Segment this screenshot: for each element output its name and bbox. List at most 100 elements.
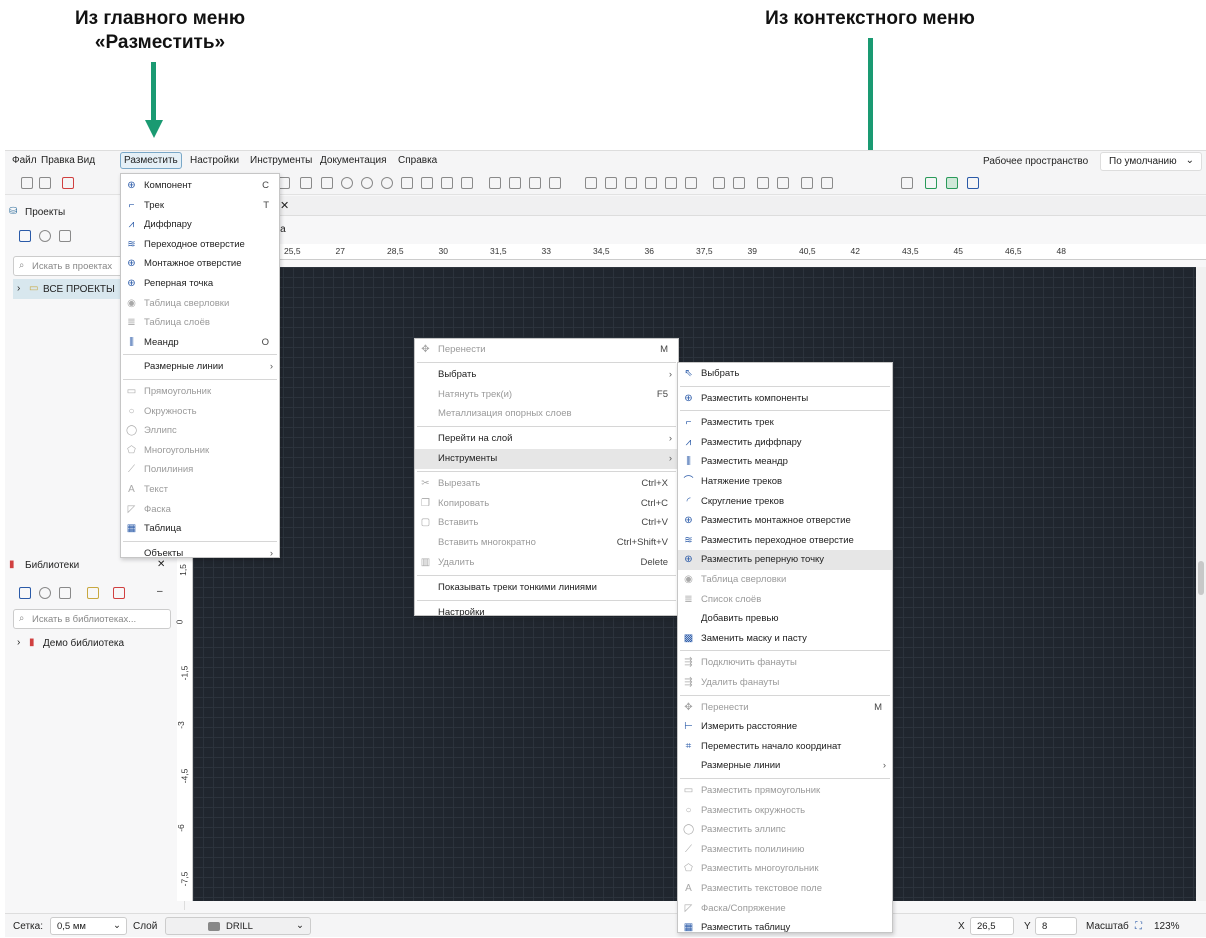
context-menu-item-label: Перейти на слой <box>438 433 513 445</box>
tools-menu-item[interactable]: ⩘ Разместить диффпару <box>678 433 892 453</box>
tools-menu-item[interactable]: Размерные линии › <box>678 756 892 776</box>
zoom-area-icon[interactable] <box>821 177 833 189</box>
tool-icon-7[interactable] <box>401 177 413 189</box>
context-menu-item: Металлизация опорных слоев <box>415 404 678 424</box>
lock-icon[interactable] <box>62 177 74 189</box>
place-menu-item[interactable]: ⊕ Реперная точка <box>121 274 279 294</box>
place-menu-item[interactable]: ⊕ Компонент C <box>121 176 279 196</box>
key-icon[interactable] <box>87 587 99 599</box>
context-menu-item: ▥ Удалить Delete <box>415 553 678 573</box>
tools-menu-item[interactable]: ⊕ Разместить компоненты <box>678 389 892 409</box>
tool-icon-2[interactable] <box>300 177 312 189</box>
tools-menu-item[interactable]: ⫼ Разместить меандр <box>678 452 892 472</box>
tools-menu-item[interactable]: ⌒ Натяжение треков <box>678 472 892 492</box>
place-menu-item[interactable]: Объекты › <box>121 544 279 564</box>
tool-icon-12[interactable] <box>509 177 521 189</box>
tools-menu-item[interactable]: ≋ Разместить переходное отверстие <box>678 531 892 551</box>
projects-title: Проекты <box>25 207 66 218</box>
tree-item-all-projects[interactable]: › ▭ ВСЕ ПРОЕКТЫ <box>13 279 123 299</box>
group-icon-1[interactable] <box>757 177 769 189</box>
library-collapse-icon[interactable] <box>59 587 71 599</box>
libraries-search-input[interactable]: ⌕ Искать в библиотеках... <box>13 609 171 629</box>
align-icon-5[interactable] <box>665 177 677 189</box>
menu-place[interactable]: Разместить <box>120 152 182 169</box>
zoom-fit-icon[interactable] <box>801 177 813 189</box>
cut-icon: ✂ <box>421 477 430 489</box>
save-all-icon[interactable] <box>39 177 51 189</box>
distribute-icon-2[interactable] <box>733 177 745 189</box>
board-view-icon[interactable] <box>946 177 958 189</box>
tools-menu-item[interactable]: ◜ Скругление треков <box>678 492 892 512</box>
tools-menu-item[interactable]: ⇖ Выбрать <box>678 364 892 384</box>
tree-item-demo-library[interactable]: › ▮ Демо библиотека <box>13 633 171 653</box>
tool-icon-3[interactable] <box>321 177 333 189</box>
tool-icon-13[interactable] <box>529 177 541 189</box>
menu-docs[interactable]: Документация <box>320 155 387 166</box>
tool-icon-9[interactable] <box>441 177 453 189</box>
menu-file[interactable]: Файл <box>12 155 37 166</box>
menu-view[interactable]: Вид <box>77 155 95 166</box>
zoom-fit-icon[interactable]: ⛶ <box>1135 921 1142 932</box>
tools-menu-item[interactable]: ▦ Разместить таблицу <box>678 918 892 938</box>
place-menu-item[interactable]: ▦ Таблица <box>121 519 279 539</box>
place-menu-item[interactable]: Размерные линии › <box>121 357 279 377</box>
place-menu-item[interactable]: ⫼ Меандр O <box>121 333 279 353</box>
group-icon-2[interactable] <box>777 177 789 189</box>
place-menu-item[interactable]: ⌐ Трек T <box>121 196 279 216</box>
tools-menu-item[interactable]: ⊕ Разместить монтажное отверстие <box>678 511 892 531</box>
tool-icon-4[interactable] <box>341 177 353 189</box>
library-add-icon[interactable] <box>113 587 125 599</box>
x-field[interactable]: 26,5 <box>970 917 1014 935</box>
menu-help[interactable]: Справка <box>398 155 437 166</box>
new-library-icon[interactable] <box>19 587 31 599</box>
export-icon[interactable] <box>967 177 979 189</box>
align-icon-2[interactable] <box>605 177 617 189</box>
align-icon-4[interactable] <box>645 177 657 189</box>
tools-menu-item[interactable]: ⌐ Разместить трек <box>678 413 892 433</box>
tools-menu-item[interactable]: ⊕ Разместить реперную точку <box>678 550 892 570</box>
menu-tools[interactable]: Инструменты <box>250 155 312 166</box>
tool-icon-11[interactable] <box>489 177 501 189</box>
more-icon[interactable]: – <box>157 586 163 597</box>
context-menu-item[interactable]: Настройки <box>415 603 678 623</box>
save-icon[interactable] <box>21 177 33 189</box>
layer-select[interactable]: DRILL ⌄ <box>165 917 311 935</box>
new-project-icon[interactable] <box>19 230 31 242</box>
context-menu-item[interactable]: Инструменты › <box>415 449 678 469</box>
menu-settings[interactable]: Настройки <box>190 155 239 166</box>
place-menu-item[interactable]: ⩘ Диффпару <box>121 215 279 235</box>
tool-icon-5[interactable] <box>361 177 373 189</box>
context-menu-item[interactable]: Выбрать › <box>415 365 678 385</box>
tool-icon-10[interactable] <box>461 177 473 189</box>
align-icon-1[interactable] <box>585 177 597 189</box>
tool-icon-14[interactable] <box>549 177 561 189</box>
grid-select[interactable]: 0,5 мм ⌄ <box>50 917 127 935</box>
menu-edit[interactable]: Правка <box>41 155 75 166</box>
y-field[interactable]: 8 <box>1035 917 1077 935</box>
refresh-icon[interactable] <box>39 230 51 242</box>
tools-menu-item[interactable]: ⊢ Измерить расстояние <box>678 717 892 737</box>
collapse-icon[interactable] <box>59 230 71 242</box>
scrollbar-thumb[interactable] <box>1198 561 1204 595</box>
place-menu-item[interactable]: ≋ Переходное отверстие <box>121 235 279 255</box>
distribute-icon-1[interactable] <box>713 177 725 189</box>
context-menu-item-label: Удалить <box>438 557 475 568</box>
tool-icon-6[interactable] <box>381 177 393 189</box>
move-icon: ✥ <box>421 344 430 355</box>
tools-menu-item[interactable]: ▩ Заменить маску и пасту <box>678 629 892 649</box>
tool-icon-8[interactable] <box>421 177 433 189</box>
projects-search-input[interactable]: ⌕ Искать в проектах <box>13 256 123 276</box>
library-refresh-icon[interactable] <box>39 587 51 599</box>
context-menu-item[interactable]: Показывать треки тонкими линиями <box>415 578 678 598</box>
tools-menu-item[interactable]: Добавить превью <box>678 609 892 629</box>
zoom-icon[interactable] <box>901 177 913 189</box>
align-icon-6[interactable] <box>685 177 697 189</box>
close-tab-icon[interactable]: ✕ <box>280 199 289 212</box>
context-menu-item[interactable]: Перейти на слой › <box>415 429 678 449</box>
origin-icon: ⌗ <box>685 740 692 752</box>
align-icon-3[interactable] <box>625 177 637 189</box>
chip-icon[interactable] <box>925 177 937 189</box>
workspace-select[interactable]: По умолчанию ⌄ <box>1100 152 1202 171</box>
place-menu-item[interactable]: ⊕ Монтажное отверстие <box>121 254 279 274</box>
tools-menu-item[interactable]: ⌗ Переместить начало координат <box>678 737 892 757</box>
